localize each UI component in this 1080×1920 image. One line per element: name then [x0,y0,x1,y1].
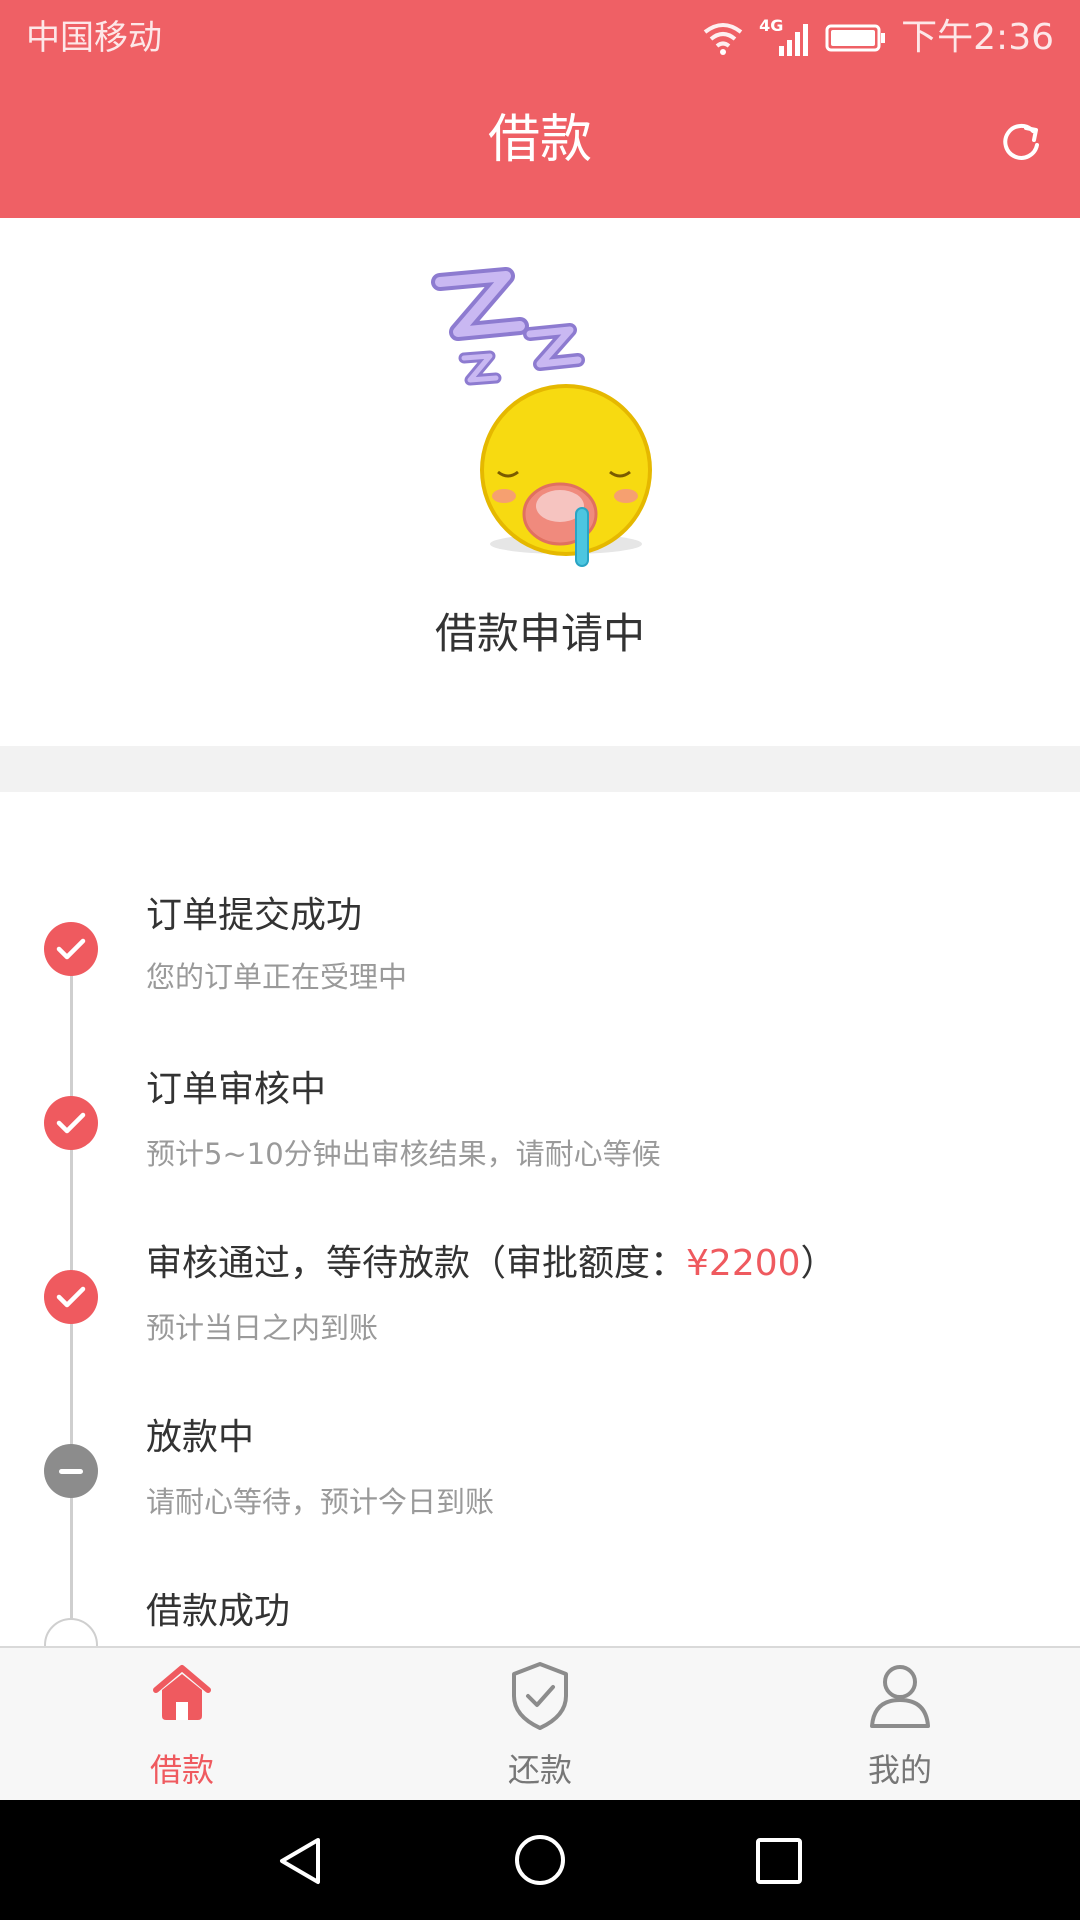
check-icon [44,922,98,976]
status-time: 下午2:36 [901,17,1054,58]
step-title: 订单审核中 [146,1069,327,1110]
step-description: 预计5~10分钟出审核结果，请耐心等候 [146,1137,661,1171]
step-title-suffix: ） [800,1243,837,1284]
section-divider [0,746,1080,792]
system-navigation-bar [0,1800,1080,1920]
application-status-text: 借款申请中 [434,609,645,658]
nav-label: 借款 [149,1751,214,1789]
check-icon [44,1270,98,1324]
battery-icon [825,24,886,52]
step-title: 审核通过，等待放款（审批额度：¥2200） [146,1238,837,1290]
status-bar: 中国移动 4G 下午2:36 [0,0,1080,76]
check-icon [44,1096,98,1150]
page-title: 借款 [487,110,592,170]
minus-icon [44,1444,98,1498]
timeline-step-success: 借款成功 [0,1576,1080,1672]
step-description: 预计当日之内到账 [146,1311,379,1345]
timeline-step-submitted: 订单提交成功 您的订单正在受理中 [0,880,1080,1054]
nav-label: 还款 [507,1751,572,1789]
step-description: 您的订单正在受理中 [146,960,408,994]
user-icon [870,1665,930,1728]
step-description: 请耐心等待，预计今日到账 [146,1485,495,1519]
sleeping-emoji-illustration [431,267,652,567]
step-title: 放款中 [146,1417,255,1458]
timeline-step-approved: 审核通过，等待放款（审批额度：¥2200） 预计当日之内到账 [0,1228,1080,1402]
home-circle-icon[interactable] [512,1832,568,1888]
back-icon[interactable] [274,1834,326,1888]
nav-item-repay[interactable]: 还款 [440,1648,640,1802]
nav-item-mine[interactable]: 我的 [800,1648,1000,1802]
refresh-icon[interactable] [996,118,1046,168]
bottom-navigation: 借款 还款 我的 [0,1646,1080,1802]
status-indicators: 4G 下午2:36 [701,12,1054,64]
carrier-name: 中国移动 [26,18,162,58]
timeline-step-disbursing: 放款中 请耐心等待，预计今日到账 [0,1402,1080,1576]
cell-signal-icon: 4G [759,16,811,58]
approved-amount: ¥2200 [686,1243,801,1284]
wifi-icon [703,23,743,55]
recents-icon[interactable] [754,1836,804,1886]
step-title: 借款成功 [146,1591,291,1632]
status-hero: 借款申请中 [0,218,1080,746]
timeline-step-reviewing: 订单审核中 预计5~10分钟出审核结果，请耐心等候 [0,1054,1080,1228]
top-bar: 中国移动 4G 下午2:36 借款 [0,0,1080,218]
shield-check-icon [512,1662,568,1730]
step-title-prefix: 审核通过，等待放款（审批额度： [146,1243,687,1284]
step-title: 订单提交成功 [146,895,363,936]
nav-label: 我的 [867,1751,932,1789]
nav-item-loan[interactable]: 借款 [82,1648,282,1802]
home-icon [153,1665,211,1720]
